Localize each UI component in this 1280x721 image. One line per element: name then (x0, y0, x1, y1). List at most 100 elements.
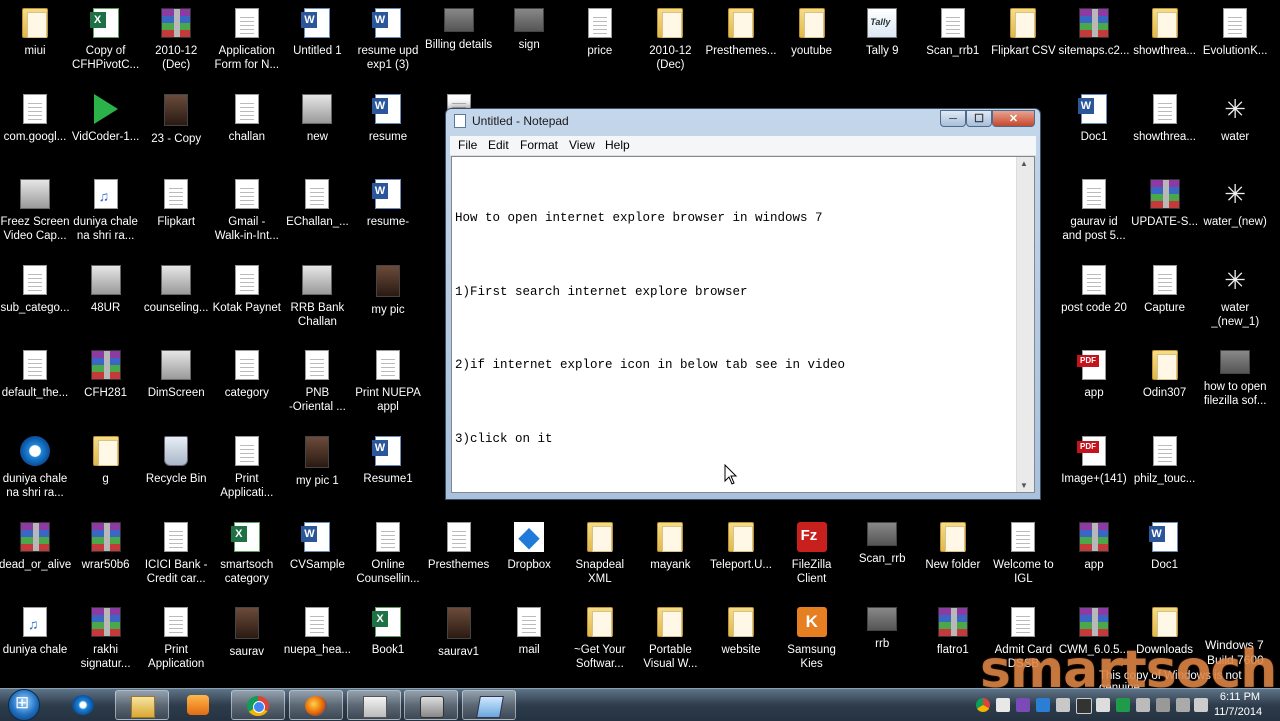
desktop-icon-doc1-a[interactable]: Doc1 (1059, 88, 1129, 172)
menu-help[interactable]: Help (605, 138, 630, 152)
desktop-icon-mail[interactable]: mail (494, 601, 564, 685)
clock-date[interactable]: 11/7/2014 (1203, 706, 1273, 718)
menu-file[interactable]: File (458, 138, 477, 152)
taskbar-camera-button[interactable] (404, 690, 458, 720)
desktop-icon-resume[interactable]: resume (353, 88, 423, 172)
desktop-icon-update-s[interactable]: UPDATE-S... (1130, 173, 1200, 257)
desktop-icon-category[interactable]: category (212, 344, 282, 428)
desktop-icon-flipkart[interactable]: Flipkart (141, 173, 211, 257)
battery-icon[interactable] (1156, 698, 1170, 712)
desktop-icon-wrar50b6[interactable]: wrar50b6 (71, 516, 141, 600)
desktop-icon-flatro1[interactable]: flatro1 (918, 601, 988, 685)
tray-icon[interactable] (1096, 698, 1110, 712)
notepad-window[interactable]: Untitled - Notepad ─ ☐ ✕ File Edit Forma… (445, 108, 1041, 519)
scroll-up-icon[interactable]: ▲ (1020, 159, 1028, 168)
desktop-icon-resume-upd[interactable]: resume upd exp1 (3) (353, 2, 423, 86)
desktop-icon-evolution[interactable]: EvolutionK... (1200, 2, 1270, 86)
desktop-icon-dimscreen[interactable]: DimScreen (141, 344, 211, 428)
minimize-button[interactable]: ─ (940, 110, 966, 127)
desktop-icon-get-your-soft[interactable]: ~Get Your Softwar... (565, 601, 635, 685)
desktop-icon-billing[interactable]: Billing details (424, 2, 494, 86)
tray-icon[interactable] (1016, 698, 1030, 712)
desktop-icon-nuepa-hea[interactable]: nuepa_hea... (282, 601, 352, 685)
desktop-icon-kotak[interactable]: Kotak Paynet (212, 259, 282, 343)
desktop-icon-my-pic1[interactable]: my pic 1 (282, 430, 352, 514)
desktop-icon-cfh281[interactable]: CFH281 (71, 344, 141, 428)
desktop-icon-copy-cfh[interactable]: Copy of CFHPivotC... (71, 2, 141, 86)
desktop-icon-icici[interactable]: ICICI Bank - Credit car... (141, 516, 211, 600)
desktop-icon-sitemaps[interactable]: sitemaps.c2... (1059, 2, 1129, 86)
desktop-icon-youtube[interactable]: youtube (777, 2, 847, 86)
vertical-scrollbar[interactable]: ▲ ▼ (1016, 157, 1034, 492)
desktop-icon-app-b[interactable]: app (1059, 516, 1129, 600)
desktop-icon-recycle[interactable]: Recycle Bin (141, 430, 211, 514)
taskbar-explorer-button[interactable] (115, 690, 169, 720)
desktop-icon-counseling[interactable]: counseling... (141, 259, 211, 343)
desktop-icon-resume-dash[interactable]: resume- (353, 173, 423, 257)
flag-icon[interactable] (1136, 698, 1150, 712)
desktop-icon-com-google[interactable]: com.googl... (0, 88, 70, 172)
desktop-icon-book1[interactable]: Book1 (353, 601, 423, 685)
desktop-icon-echallan[interactable]: EChallan_... (282, 173, 352, 257)
taskbar-notepad-button[interactable] (462, 690, 516, 720)
maximize-button[interactable]: ☐ (966, 110, 992, 127)
desktop-icon-price[interactable]: price (565, 2, 635, 86)
desktop-icon-post-code[interactable]: post code 20 (1059, 259, 1129, 343)
desktop-icon-showthread-b[interactable]: showthrea... (1130, 88, 1200, 172)
desktop-icon-2010-12-b[interactable]: 2010-12 (Dec) (635, 2, 705, 86)
desktop-icon-sign[interactable]: sign (494, 2, 564, 86)
desktop-icon-website[interactable]: website (706, 601, 776, 685)
desktop-icon-challan[interactable]: challan (212, 88, 282, 172)
desktop-icon-water-new[interactable]: water_(new) (1200, 173, 1270, 257)
tray-icon[interactable] (1076, 698, 1092, 714)
desktop-icon-miui[interactable]: miui (0, 2, 70, 86)
desktop-icon-untitled1[interactable]: Untitled 1 (282, 2, 352, 86)
desktop-icon-capture[interactable]: Capture (1130, 259, 1200, 343)
scroll-down-icon[interactable]: ▼ (1020, 481, 1028, 490)
menu-view[interactable]: View (569, 138, 595, 152)
desktop-icon-resume1[interactable]: Resume1 (353, 430, 423, 514)
desktop-icon-app-form[interactable]: Application Form for N... (212, 2, 282, 86)
notepad-text-area[interactable]: How to open internet explore browser in … (451, 156, 1035, 519)
desktop-icon-samsung[interactable]: Samsung Kies (777, 601, 847, 685)
desktop-icon-gaurav[interactable]: gaurav id and post 5... (1059, 173, 1129, 257)
desktop-icon-water[interactable]: water (1200, 88, 1270, 172)
desktop-icon-philz[interactable]: philz_touc... (1130, 430, 1200, 514)
desktop-icon-default-the[interactable]: default_the... (0, 344, 70, 428)
desktop-icon-print-nuepa[interactable]: Print NUEPA appl (353, 344, 423, 428)
desktop-icon-duniya-a[interactable]: duniya chale na shri ra... (71, 173, 141, 257)
notepad-titlebar[interactable]: Untitled - Notepad ─ ☐ ✕ (446, 109, 1040, 133)
desktop-icon-flipkart-csv[interactable]: Flipkart CSV (988, 2, 1058, 86)
close-button[interactable]: ✕ (992, 110, 1035, 127)
clock-time[interactable]: 6:11 PM (1210, 691, 1270, 703)
desktop-icon-presthemes-a[interactable]: Presthemes... (706, 2, 776, 86)
taskbar-firefox-button[interactable] (289, 690, 343, 720)
desktop-icon-dead-or-alive[interactable]: dead_or_alive (0, 516, 71, 600)
desktop-icon-image141[interactable]: Image+(141) (1059, 430, 1129, 514)
desktop-icon-gmail[interactable]: Gmail - Walk-in-Int... (212, 173, 282, 257)
desktop-icon-water-new1[interactable]: water _(new_1) (1200, 259, 1270, 343)
desktop-icon-tally9[interactable]: Tally 9 (847, 2, 917, 86)
taskbar-ie-button[interactable] (57, 690, 111, 720)
desktop-icon-saurav1[interactable]: saurav1 (424, 601, 494, 685)
desktop-icon-print-applicati[interactable]: Print Applicati... (212, 430, 282, 514)
desktop-icon-rrb[interactable]: rrb (847, 601, 917, 685)
desktop-icon-app-a[interactable]: app (1059, 344, 1129, 428)
desktop-icon-sub-catego[interactable]: sub_catego... (0, 259, 70, 343)
desktop-icon-portable[interactable]: Portable Visual W... (635, 601, 705, 685)
desktop-icon-new[interactable]: new (282, 88, 352, 172)
taskbar-chrome-button[interactable] (231, 690, 285, 720)
start-button[interactable] (4, 689, 44, 721)
taskbar-media-player-button[interactable] (172, 690, 226, 720)
tray-icon[interactable] (996, 698, 1010, 712)
desktop-icon-2010-12-a[interactable]: 2010-12 (Dec) (141, 2, 211, 86)
chrome-tray-icon[interactable] (976, 698, 990, 712)
desktop-icon-smartsoch-cat[interactable]: smartsoch category (212, 516, 282, 600)
desktop-icon-vidcoder[interactable]: VidCoder-1... (71, 88, 141, 172)
desktop-icon-freez[interactable]: Freez Screen Video Cap... (0, 173, 70, 257)
desktop-icon-my-pic[interactable]: my pic (353, 259, 423, 343)
tray-icon[interactable] (1056, 698, 1070, 712)
desktop-icon-duniya-c[interactable]: duniya chale (0, 601, 70, 685)
desktop-icon-print-application[interactable]: Print Application (141, 601, 211, 685)
desktop-icon-23-copy[interactable]: 23 - Copy (141, 88, 211, 172)
